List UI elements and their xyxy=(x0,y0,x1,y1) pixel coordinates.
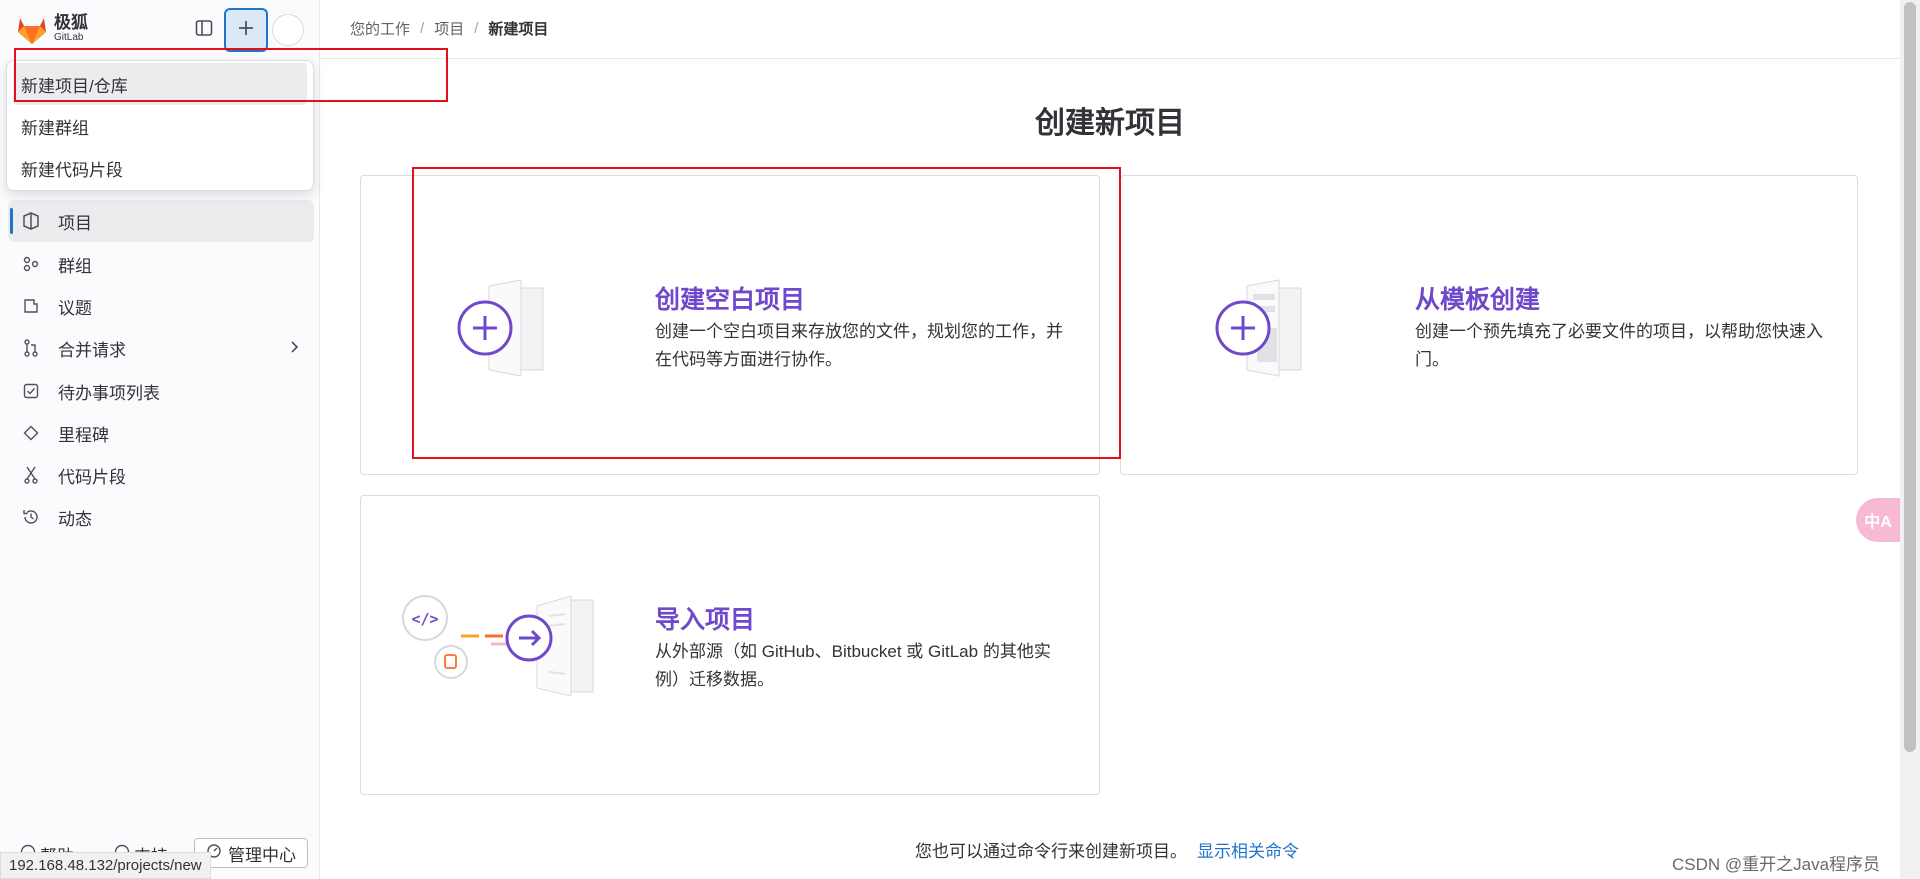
chevron-right-icon xyxy=(290,339,300,360)
sidebar-item-activity[interactable]: 动态 xyxy=(8,496,314,538)
dropdown-item-new-group[interactable]: 新建群组 xyxy=(7,105,313,147)
card-title: 导入项目 xyxy=(655,606,756,634)
breadcrumb-separator: / xyxy=(420,20,425,37)
cli-hint-text: 您也可以通过命令行来创建新项目。 xyxy=(915,842,1187,861)
sidebar-item-projects[interactable]: 项目 xyxy=(8,200,314,242)
sidebar-item-milestones[interactable]: 里程碑 xyxy=(8,412,314,454)
template-project-icon xyxy=(1207,276,1317,391)
browser-status-url: 192.168.48.132/projects/new xyxy=(0,852,211,879)
svg-text:</>: </> xyxy=(411,610,438,628)
sidebar-header: 极狐 GitLab xyxy=(0,0,320,58)
sidebar-item-label: 代码片段 xyxy=(58,467,126,487)
header-divider xyxy=(320,58,1900,59)
card-title: 创建空白项目 xyxy=(655,286,806,314)
dropdown-item-new-project[interactable]: 新建项目/仓库 xyxy=(13,63,307,105)
page-scrollbar[interactable] xyxy=(1900,0,1920,879)
milestone-icon xyxy=(22,424,40,442)
sidebar-nav: 项目 群组 议题 合并请求 待办事项列表 里程碑 代码片段 动态 xyxy=(0,200,320,538)
dropdown-item-new-snippet[interactable]: 新建代码片段 xyxy=(7,147,313,189)
sidebar-item-label: 待办事项列表 xyxy=(58,383,160,403)
import-project-card[interactable]: </> 导入项目 从外部源（如 GitHub、Bitbucket 或 GitLa… xyxy=(360,495,1100,795)
user-avatar[interactable] xyxy=(272,14,304,46)
group-icon xyxy=(22,255,40,273)
sidebar-item-label: 议题 xyxy=(58,298,92,318)
sidebar-item-todo-list[interactable]: 待办事项列表 xyxy=(8,370,314,412)
todo-icon xyxy=(22,382,40,400)
sidebar-item-groups[interactable]: 群组 xyxy=(8,243,314,285)
sidebar-toggle-icon xyxy=(195,19,213,42)
sidebar-item-label: 里程碑 xyxy=(58,425,109,445)
logo-text: 极狐 GitLab xyxy=(54,14,88,43)
breadcrumb-your-work[interactable]: 您的工作 xyxy=(350,18,410,39)
watermark-text: CSDN @重开之Java程序员 xyxy=(1672,855,1881,874)
logo-title: 极狐 xyxy=(54,13,88,32)
create-new-dropdown: 新建项目/仓库 新建群组 新建代码片段 xyxy=(6,60,314,191)
breadcrumb-current: 新建项目 xyxy=(488,21,549,38)
blank-project-icon xyxy=(449,276,559,391)
create-from-template-card[interactable]: 从模板创建 创建一个预先填充了必要文件的项目，以帮助您快速入门。 xyxy=(1120,175,1858,475)
breadcrumb-projects[interactable]: 项目 xyxy=(434,18,464,39)
snippet-icon xyxy=(22,466,40,484)
sidebar-item-label: 动态 xyxy=(58,509,92,529)
sidebar-item-snippets[interactable]: 代码片段 xyxy=(8,454,314,496)
project-icon xyxy=(22,212,40,230)
sidebar-item-label: 项目 xyxy=(58,213,92,233)
breadcrumb: 您的工作 / 项目 / 新建项目 xyxy=(350,18,548,39)
merge-request-icon xyxy=(22,339,40,357)
sidebar-item-label: 合并请求 xyxy=(58,340,126,360)
card-description: 从外部源（如 GitHub、Bitbucket 或 GitLab 的其他实例）迁… xyxy=(655,642,1051,689)
translate-floating-button[interactable]: 中A xyxy=(1856,498,1900,542)
create-new-button[interactable] xyxy=(224,8,268,52)
plus-icon xyxy=(237,19,255,42)
show-commands-link[interactable]: 显示相关命令 xyxy=(1197,842,1299,861)
admin-area-button[interactable]: 管理中心 xyxy=(194,838,308,868)
import-project-icon: </> xyxy=(399,592,619,709)
scrollbar-thumb[interactable] xyxy=(1904,2,1916,752)
card-description: 创建一个空白项目来存放您的文件，规划您的工作，并在代码等方面进行协作。 xyxy=(655,322,1063,369)
sidebar-item-merge-requests[interactable]: 合并请求 xyxy=(8,327,314,369)
card-description: 创建一个预先填充了必要文件的项目，以帮助您快速入门。 xyxy=(1415,322,1823,369)
issues-icon xyxy=(22,297,40,315)
logo-subtitle: GitLab xyxy=(54,32,84,43)
create-blank-project-card[interactable]: 创建空白项目 创建一个空白项目来存放您的文件，规划您的工作，并在代码等方面进行协… xyxy=(360,175,1100,475)
breadcrumb-separator: / xyxy=(474,20,479,37)
toggle-sidebar-button[interactable] xyxy=(182,8,226,52)
gitlab-logo-icon[interactable] xyxy=(14,12,50,46)
admin-label: 管理中心 xyxy=(228,845,296,865)
activity-icon xyxy=(22,508,40,526)
sidebar-item-issues[interactable]: 议题 xyxy=(8,285,314,327)
card-title: 从模板创建 xyxy=(1415,286,1541,314)
sidebar-item-label: 群组 xyxy=(58,256,92,276)
page-title: 创建新项目 xyxy=(1035,107,1185,140)
cli-hint: 您也可以通过命令行来创建新项目。 显示相关命令 xyxy=(915,837,1299,862)
